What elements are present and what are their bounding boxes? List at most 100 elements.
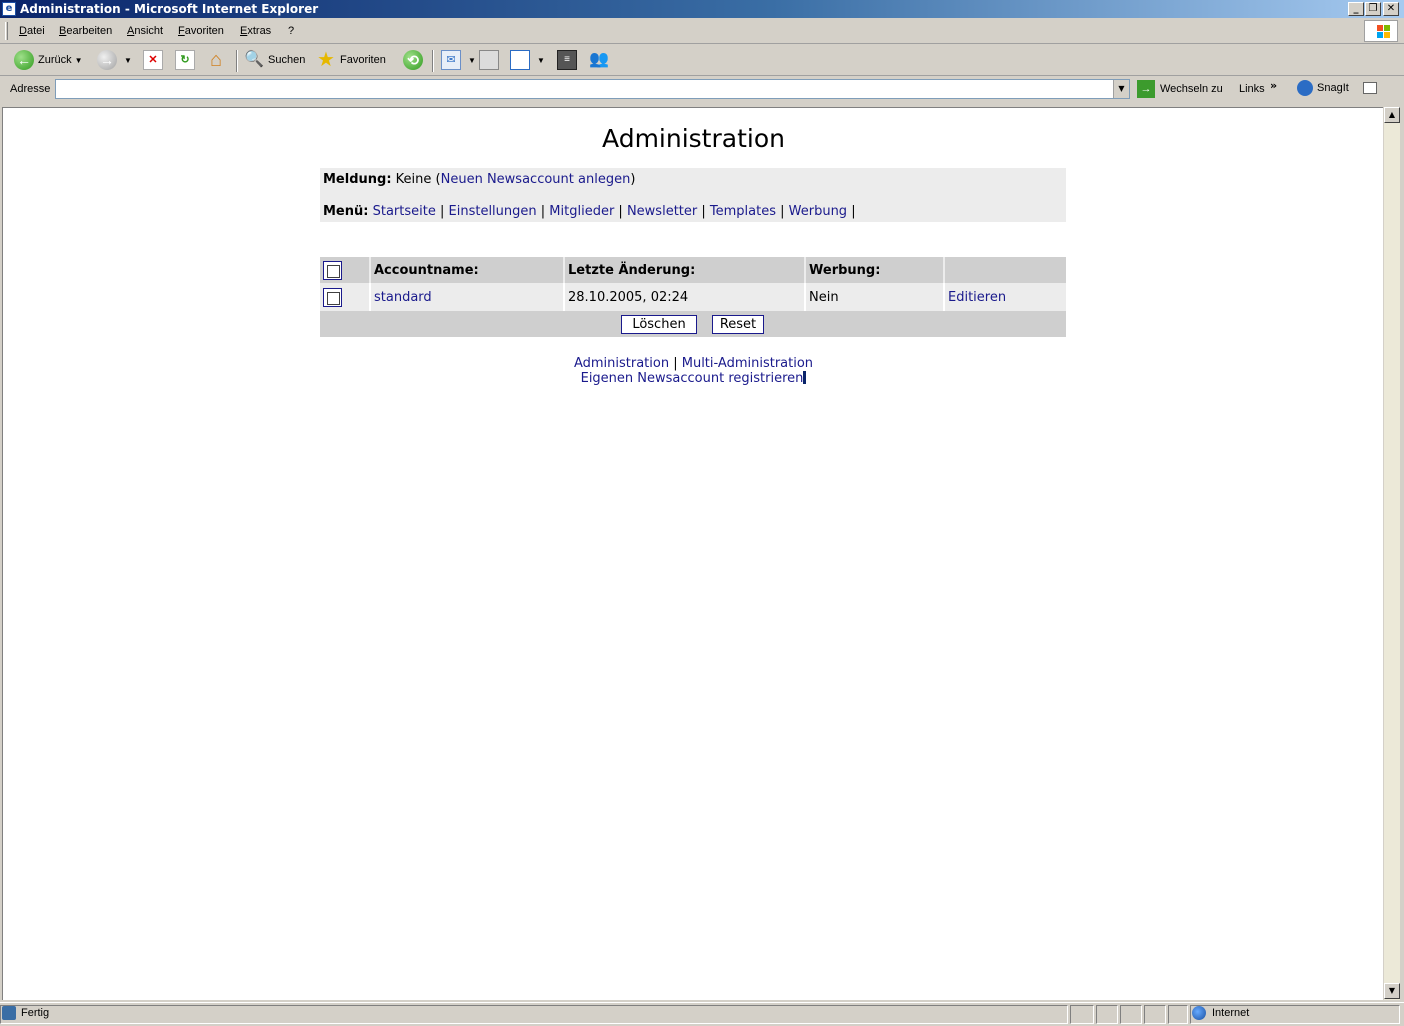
row-checkbox[interactable] (323, 287, 342, 307)
menu-link-mitglieder[interactable]: Mitglieder (549, 204, 614, 219)
messenger-people-icon: 👥 (589, 51, 609, 68)
edit-button[interactable]: ▼ (510, 48, 545, 72)
go-button[interactable]: → Wechseln zu (1137, 80, 1223, 98)
edit-link[interactable]: Editieren (948, 290, 1006, 305)
menu-link-templates[interactable]: Templates (710, 204, 776, 219)
new-newsaccount-link[interactable]: Neuen Newsaccount anlegen (441, 172, 631, 187)
ie-app-icon[interactable]: e (2, 2, 16, 16)
main-menu: Menü: Startseite | Einstellungen | Mitgl… (323, 204, 856, 219)
snagit-capture-icon[interactable] (1362, 82, 1377, 94)
standard-toolbar: ← Zurück ▼ → ▼ ✕ ↻ ⌂ 🔍 Suchen ★ Favorite… (0, 44, 1404, 76)
edit-dropdown-icon[interactable]: ▼ (537, 56, 545, 65)
ads-cell: Nein (806, 283, 945, 311)
stop-icon: ✕ (143, 50, 163, 70)
accounts-table: Accountname: Letzte Änderung: Werbung: s… (320, 257, 1066, 311)
snagit-icon (1297, 80, 1313, 96)
search-button[interactable]: 🔍 Suchen (244, 48, 305, 72)
forward-dropdown-icon[interactable]: ▼ (124, 56, 132, 65)
info-box: Meldung: Keine (Neuen Newsaccount anlege… (320, 168, 1066, 222)
header-actions (945, 257, 1066, 283)
back-dropdown-icon[interactable]: ▼ (75, 56, 83, 65)
links-toolbar[interactable]: Links (1239, 83, 1265, 95)
delete-button[interactable]: Löschen (621, 315, 697, 334)
scroll-down-icon[interactable]: ▼ (1384, 983, 1400, 999)
go-arrow-icon: → (1137, 80, 1155, 98)
globe-icon (1192, 1006, 1206, 1020)
footer-admin-link[interactable]: Administration (574, 356, 669, 371)
status-bar: Fertig Internet (0, 1002, 1404, 1026)
maximize-button[interactable]: ❐ (1365, 2, 1381, 16)
favorites-label: Favoriten (340, 54, 386, 66)
stop-button[interactable]: ✕ (143, 48, 167, 72)
go-label: Wechseln zu (1160, 83, 1223, 95)
page-title: Administration (602, 124, 785, 153)
menu-favoriten[interactable]: Favoriten (178, 25, 224, 37)
vertical-scrollbar[interactable]: ▲ ▼ (1383, 107, 1400, 1000)
favorites-star-icon: ★ (317, 49, 335, 71)
action-cell: Editieren (945, 283, 1066, 311)
message-label: Meldung: (323, 172, 392, 187)
header-ads: Werbung: (806, 257, 945, 283)
minimize-button[interactable]: _ (1348, 2, 1364, 16)
status-panel (1144, 1005, 1166, 1024)
snagit-button[interactable]: SnagIt (1297, 80, 1377, 96)
menu-label: Menü: (323, 204, 369, 219)
security-zone: Internet (1192, 1006, 1249, 1020)
footer-links: Administration | Multi-Administration Ei… (573, 356, 814, 386)
account-name-cell: standard (371, 283, 565, 311)
menu-datei[interactable]: Datei (19, 25, 45, 37)
select-all-checkbox[interactable] (323, 260, 342, 280)
discuss-button[interactable]: ≡ (557, 48, 581, 72)
header-accountname: Accountname: (371, 257, 565, 283)
menu-link-newsletter[interactable]: Newsletter (627, 204, 697, 219)
history-button[interactable]: ⟲ (403, 48, 427, 72)
print-button[interactable] (479, 48, 503, 72)
menu-help[interactable]: ? (288, 25, 294, 37)
message-line: Meldung: Keine (Neuen Newsaccount anlege… (323, 172, 636, 187)
address-input[interactable] (56, 80, 1111, 98)
menu-link-startseite[interactable]: Startseite (373, 204, 436, 219)
chevron-right-icon[interactable]: » (1270, 79, 1277, 92)
address-dropdown-icon[interactable]: ▼ (1113, 80, 1129, 98)
reset-button[interactable]: Reset (712, 315, 764, 334)
close-button[interactable]: ✕ (1383, 2, 1399, 16)
menu-link-werbung[interactable]: Werbung (789, 204, 847, 219)
research-icon: ≡ (557, 50, 577, 70)
mail-dropdown-icon[interactable]: ▼ (468, 56, 476, 65)
status-panel (1096, 1005, 1118, 1024)
messenger-button[interactable]: 👥 (589, 48, 613, 72)
footer-register-link[interactable]: Eigenen Newsaccount registrieren (581, 371, 804, 386)
forward-button[interactable]: → ▼ (97, 48, 132, 72)
edit-page-icon (510, 50, 530, 70)
table-header-row: Accountname: Letzte Änderung: Werbung: (320, 257, 1066, 283)
menubar-grip[interactable] (5, 22, 8, 40)
mail-button[interactable]: ✉ ▼ (441, 48, 476, 72)
status-panel (1168, 1005, 1188, 1024)
menu-link-einstellungen[interactable]: Einstellungen (449, 204, 537, 219)
menu-bearbeiten[interactable]: Bearbeiten (59, 25, 112, 37)
windows-logo-icon (1364, 20, 1398, 42)
favorites-button[interactable]: ★ Favoriten (316, 48, 386, 72)
mail-icon: ✉ (441, 50, 461, 70)
back-button[interactable]: ← Zurück ▼ (14, 48, 83, 72)
address-bar: Adresse ▼ → Wechseln zu Links » SnagIt (0, 77, 1404, 103)
status-panel (1070, 1005, 1094, 1024)
message-value: Keine (395, 172, 432, 187)
status-panel (1120, 1005, 1142, 1024)
menu-ansicht[interactable]: Ansicht (127, 25, 163, 37)
menu-extras[interactable]: Extras (240, 25, 271, 37)
footer-multi-admin-link[interactable]: Multi-Administration (682, 356, 813, 371)
account-link[interactable]: standard (374, 290, 432, 305)
search-icon: 🔍 (244, 51, 264, 68)
scroll-up-icon[interactable]: ▲ (1384, 107, 1400, 123)
address-field-container: ▼ (55, 79, 1130, 99)
address-label: Adresse (10, 83, 51, 95)
table-button-row: Löschen Reset (320, 311, 1066, 337)
refresh-button[interactable]: ↻ (175, 48, 199, 72)
row-select-cell (320, 283, 371, 311)
title-bar: e Administration - Microsoft Internet Ex… (0, 0, 1404, 18)
table-row: standard 28.10.2005, 02:24 Nein Editiere… (320, 283, 1066, 311)
back-arrow-icon: ← (14, 50, 34, 70)
home-icon: ⌂ (209, 49, 223, 71)
home-button[interactable]: ⌂ (206, 48, 230, 72)
